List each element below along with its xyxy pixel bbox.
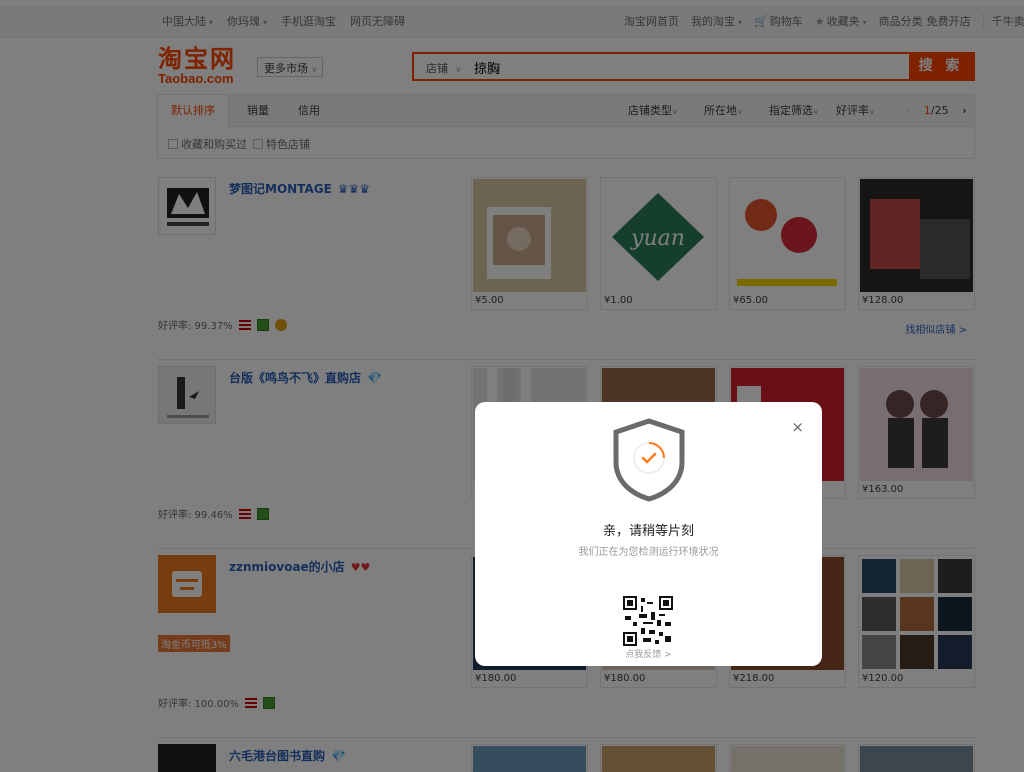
qr-code-icon[interactable]	[623, 596, 673, 646]
security-check-dialog: × 亲，请稍等片刻 我们正在为您检测运行环境状况 点我反馈 >	[475, 402, 822, 666]
dialog-subtitle: 我们正在为您检测运行环境状况	[578, 547, 719, 558]
close-icon[interactable]: ×	[791, 418, 804, 436]
dialog-title: 亲，请稍等片刻	[602, 524, 694, 539]
feedback-link[interactable]: 点我反馈 >	[475, 647, 822, 660]
shield-icon	[613, 418, 685, 502]
